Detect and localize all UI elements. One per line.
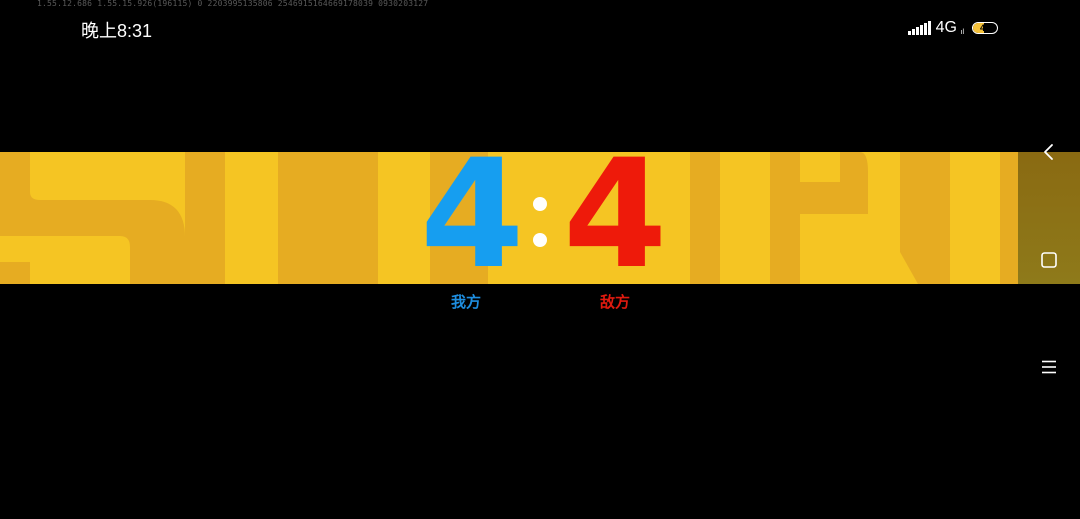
menu-icon: [1042, 360, 1056, 374]
debug-info: 1.55.12.686 1.55.15.926(196115) 0 220399…: [37, 0, 429, 8]
banner-pattern: [0, 152, 1080, 284]
our-team-label: 我方: [450, 293, 481, 311]
enemy-team-label: 敌方: [599, 293, 630, 311]
score-separator-top-dot: [533, 197, 547, 211]
status-icons: 4G ıl 47: [908, 19, 998, 37]
signal-icon: [908, 21, 931, 35]
score-banner: [0, 152, 1080, 284]
our-score: 4: [420, 128, 525, 302]
score-separator-bottom-dot: [533, 233, 547, 247]
home-button[interactable]: [1030, 241, 1068, 279]
network-type: 4G ıl: [935, 19, 965, 37]
battery-icon: 47: [972, 22, 998, 34]
enemy-score: 4: [563, 128, 668, 302]
back-button[interactable]: [1030, 133, 1068, 171]
back-icon: [1044, 144, 1053, 160]
status-time: 晚上8:31: [81, 21, 153, 41]
menu-button[interactable]: [1030, 348, 1068, 386]
network-sub-label: ıl: [960, 29, 965, 36]
game-screen: 1.55.12.686 1.55.15.926(196115) 0 220399…: [0, 0, 1080, 519]
home-icon: [1041, 252, 1057, 268]
battery-level: 47: [979, 22, 990, 33]
network-label: 4G: [935, 19, 957, 36]
